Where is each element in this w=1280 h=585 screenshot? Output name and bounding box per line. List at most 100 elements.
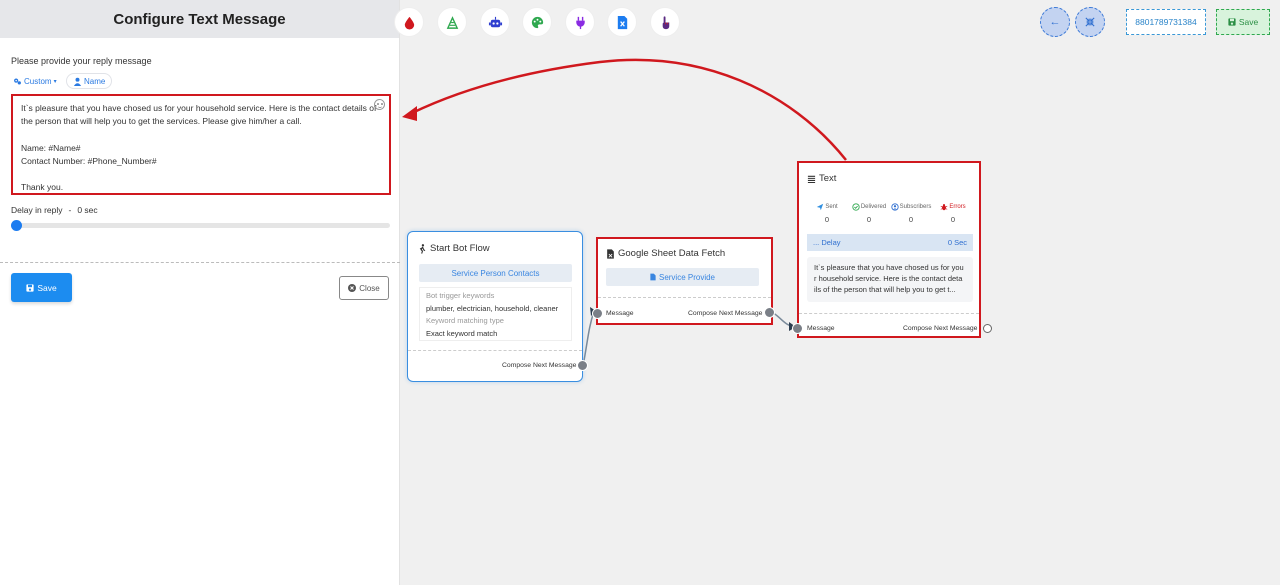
- service-person-contacts-button[interactable]: Service Person Contacts: [419, 264, 572, 282]
- save-flow-label: Save: [1238, 17, 1259, 27]
- compress-icon[interactable]: [1075, 7, 1105, 37]
- message-line: Thank you.: [21, 182, 64, 193]
- output-port[interactable]: [983, 324, 992, 333]
- node-title: Start Bot Flow: [418, 243, 490, 254]
- save-flow-button[interactable]: Save: [1216, 9, 1270, 35]
- panel-title: Configure Text Message: [0, 0, 399, 38]
- output-port[interactable]: [577, 360, 588, 371]
- walking-icon: [419, 243, 426, 254]
- stat-label: Delivered: [860, 204, 887, 210]
- trigger-info: Bot trigger keywords plumber, electricia…: [419, 287, 572, 341]
- out-port-label: Compose Next Message: [903, 325, 978, 332]
- delay-slider-thumb[interactable]: [11, 220, 22, 231]
- drop-icon[interactable]: [394, 7, 424, 37]
- stat-value: 0: [866, 215, 872, 224]
- delay-label: ... Delay: [813, 238, 841, 247]
- configure-text-panel: Configure Text Message Please provide yo…: [0, 0, 400, 585]
- text-title: Text: [819, 173, 837, 184]
- save-button[interactable]: Save: [11, 273, 72, 302]
- stat-delivered: Delivered 0: [849, 203, 889, 224]
- out-port-label: Compose Next Message: [502, 362, 577, 369]
- stat-label: Sent: [825, 204, 838, 210]
- delay-bar[interactable]: ... Delay 0 Sec: [807, 234, 973, 251]
- stat-label: Subscribers: [899, 204, 932, 210]
- delay-row: Delay in reply - 0 sec: [11, 205, 98, 215]
- annotation-arrowhead: [402, 106, 417, 121]
- service-provide-button[interactable]: Service Provide: [606, 268, 759, 286]
- node-divider: [799, 313, 979, 314]
- message-line: It`s pleasure that you have chosed us fo…: [21, 103, 377, 127]
- close-circle-icon: [348, 284, 357, 292]
- delay-value: 0 sec: [77, 205, 98, 215]
- stat-value: 0: [824, 215, 830, 224]
- reply-prompt-label: Please provide your reply message: [11, 56, 152, 66]
- name-variable-chip[interactable]: Name: [66, 73, 113, 89]
- stat-errors: Errors 0: [933, 203, 973, 224]
- touch-icon[interactable]: [650, 7, 680, 37]
- plug-icon[interactable]: [565, 7, 595, 37]
- connector-start-to-sheet: [582, 310, 595, 367]
- name-label: Name: [84, 76, 106, 86]
- match-value: Exact keyword match: [426, 328, 498, 338]
- in-port-label: Message: [807, 325, 835, 332]
- user-icon: [73, 77, 82, 86]
- caret-down-icon: ▾: [53, 78, 57, 85]
- in-port-label: Message: [606, 310, 634, 317]
- node-title: Text: [807, 173, 836, 184]
- out-port-label: Compose Next Message: [688, 310, 763, 317]
- delay-label: Delay in reply: [11, 205, 63, 215]
- trigger-label: Bot trigger keywords: [426, 291, 495, 300]
- list-icon: [807, 175, 816, 183]
- start-title: Start Bot Flow: [430, 243, 490, 254]
- check-circle-icon: [852, 203, 860, 211]
- google-sheet-node[interactable]: Google Sheet Data Fetch Service Provide …: [592, 237, 775, 325]
- reply-message-textarea[interactable]: It`s pleasure that you have chosed us fo…: [11, 94, 391, 195]
- message-preview: It`s pleasure that you have chosed us fo…: [807, 257, 973, 302]
- gears-icon: [14, 78, 21, 84]
- annotation-arrow: [411, 58, 847, 161]
- close-label: Close: [359, 283, 380, 293]
- input-port[interactable]: [592, 308, 603, 319]
- start-bot-flow-node[interactable]: Start Bot Flow Service Person Contacts B…: [407, 231, 588, 382]
- paper-plane-icon: [817, 203, 824, 211]
- sheet-flow-icon[interactable]: [437, 7, 467, 37]
- stat-value: 0: [950, 215, 956, 224]
- message-line: Contact Number: #Phone_Number#: [21, 155, 157, 166]
- input-port[interactable]: [792, 323, 803, 334]
- delay-separator: -: [68, 205, 72, 215]
- delay-slider-track[interactable]: [14, 223, 390, 228]
- stat-subscribers: Subscribers 0: [891, 203, 931, 224]
- custom-label: Custom: [24, 76, 52, 86]
- bug-icon: [940, 204, 948, 211]
- service-provide-label: Service Provide: [658, 272, 716, 282]
- excel-file-icon[interactable]: [607, 7, 637, 37]
- node-divider: [598, 297, 771, 298]
- sheet-file-icon: [607, 248, 614, 259]
- match-label: Keyword matching type: [426, 316, 504, 325]
- phone-number-button[interactable]: 8801789731384: [1126, 9, 1206, 35]
- floppy-icon: [26, 283, 34, 292]
- stat-sent: Sent 0: [807, 203, 847, 224]
- message-stats: Sent 0 Delivered 0 Subscribers 0 Errors …: [807, 203, 973, 224]
- node-title: Google Sheet Data Fetch: [606, 248, 725, 259]
- sheet-title: Google Sheet Data Fetch: [618, 248, 726, 259]
- arrow-left-icon[interactable]: ←: [1040, 7, 1070, 37]
- trigger-value: plumber, electrician, household, cleaner: [426, 303, 559, 313]
- emoji-icon[interactable]: [374, 99, 385, 110]
- stat-value: 0: [908, 215, 914, 224]
- custom-field-dropdown[interactable]: Custom ▾: [13, 73, 57, 89]
- delay-value: 0 Sec: [947, 238, 967, 247]
- output-port[interactable]: [764, 307, 775, 318]
- stat-label: Errors: [949, 204, 966, 210]
- robot-icon[interactable]: [480, 7, 510, 37]
- close-button[interactable]: Close: [339, 276, 389, 300]
- user-circle-icon: [891, 203, 899, 211]
- floppy-icon: [1228, 18, 1236, 26]
- divider: [0, 262, 400, 263]
- save-label: Save: [37, 282, 57, 293]
- file-icon: [650, 273, 656, 281]
- node-divider: [408, 350, 582, 351]
- text-node[interactable]: Text Sent 0 Delivered 0 Subscribers 0 Er…: [792, 161, 992, 338]
- message-line: Name: #Name#: [21, 142, 81, 153]
- palette-icon[interactable]: [522, 7, 552, 37]
